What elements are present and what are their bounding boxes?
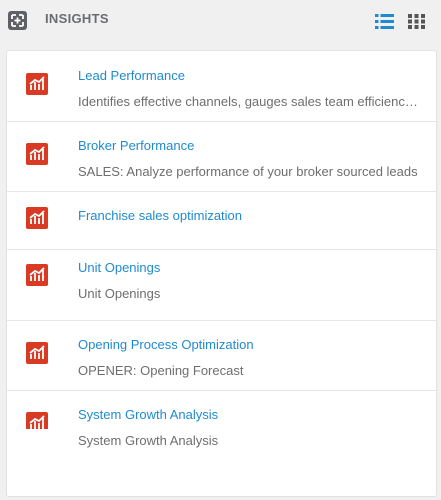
insight-description: Unit Openings — [78, 286, 161, 301]
grid-view-button[interactable] — [407, 13, 426, 30]
insight-description: SALES: Analyze performance of your broke… — [78, 164, 418, 179]
insights-list: Lead Performance Identifies effective ch… — [6, 50, 437, 497]
insight-description: Identifies effective channels, gauges sa… — [78, 94, 423, 109]
expand-icon — [8, 11, 27, 30]
bar-chart-icon — [26, 143, 48, 165]
bar-chart-icon — [26, 264, 48, 286]
insight-row-unit-openings[interactable]: Unit Openings Unit Openings — [7, 250, 436, 321]
widget-header: INSIGHTS — [0, 0, 441, 44]
insight-title[interactable]: Broker Performance — [78, 138, 194, 153]
grid-view-icon — [407, 14, 426, 34]
scroll-clip-mask — [7, 429, 436, 434]
bar-chart-icon — [26, 73, 48, 95]
insight-row-system-growth-analysis[interactable]: System Growth Analysis System Growth Ana… — [7, 390, 436, 460]
insight-description: OPENER: Opening Forecast — [78, 363, 244, 378]
insight-title[interactable]: Franchise sales optimization — [78, 208, 242, 223]
list-view-icon — [375, 14, 394, 34]
widget-title: INSIGHTS — [45, 11, 109, 26]
insight-row-broker-performance[interactable]: Broker Performance SALES: Analyze perfor… — [7, 121, 436, 192]
expand-button[interactable] — [8, 11, 27, 30]
insight-description: System Growth Analysis — [78, 433, 219, 448]
insight-title[interactable]: Lead Performance — [78, 68, 185, 83]
insight-row-franchise-sales-optimization[interactable]: Franchise sales optimization — [7, 191, 436, 250]
bar-chart-icon — [26, 207, 48, 229]
insight-row-opening-process-optimization[interactable]: Opening Process Optimization OPENER: Ope… — [7, 320, 436, 391]
insight-title[interactable]: System Growth Analysis — [78, 407, 218, 422]
bar-chart-icon — [26, 342, 48, 364]
insight-title[interactable]: Unit Openings — [78, 260, 160, 275]
insight-row-lead-performance[interactable]: Lead Performance Identifies effective ch… — [7, 51, 436, 122]
list-view-button[interactable] — [375, 13, 394, 30]
insight-title[interactable]: Opening Process Optimization — [78, 337, 254, 352]
